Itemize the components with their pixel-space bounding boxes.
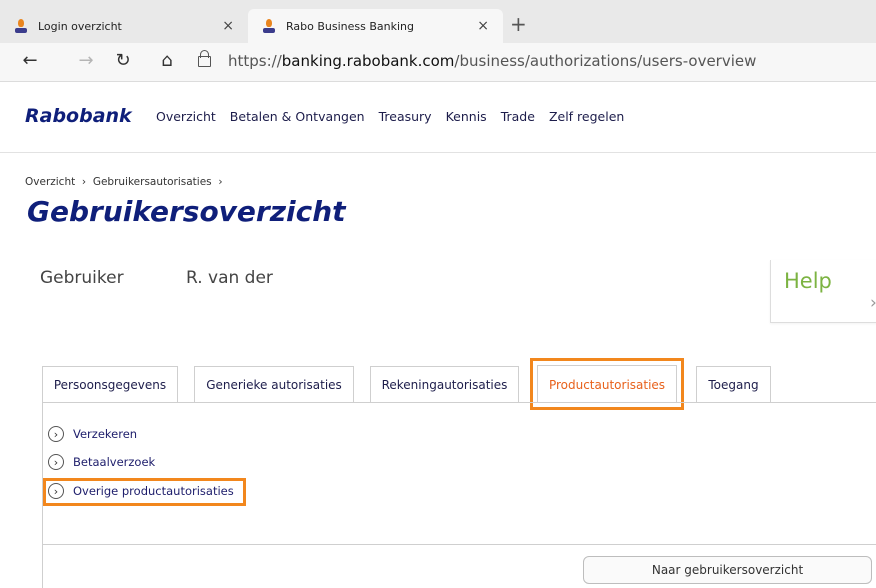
list-item-label[interactable]: Verzekeren (73, 427, 137, 441)
chevron-right-icon[interactable]: › (48, 454, 64, 470)
nav-link-trade[interactable]: Trade (501, 109, 535, 124)
list-item-betaalverzoek[interactable]: › Betaalverzoek (48, 454, 155, 470)
chevron-right-icon[interactable]: › (48, 483, 64, 499)
panel-divider (43, 544, 876, 545)
url-domain: banking.rabobank.com (281, 52, 455, 70)
forward-arrow-icon[interactable]: → (74, 50, 98, 71)
browser-tab-title: Login overzicht (38, 19, 122, 33)
tab-productautorisaties[interactable]: Productautorisaties (537, 365, 677, 403)
rabobank-favicon-icon (262, 19, 276, 33)
url-scheme: https:// (228, 52, 282, 70)
close-tab-icon[interactable]: × (477, 18, 489, 34)
list-item-label[interactable]: Betaalverzoek (73, 455, 155, 469)
nav-link-betalen[interactable]: Betalen & Ontvangen (230, 109, 365, 124)
tab-toegang[interactable]: Toegang (696, 366, 771, 402)
site-header: Rabobank Overzicht Betalen & Ontvangen T… (0, 82, 876, 153)
lock-icon (198, 50, 211, 67)
breadcrumb-separator: › (81, 176, 87, 188)
main-nav: Overzicht Betalen & Ontvangen Treasury K… (156, 109, 624, 124)
close-tab-icon[interactable]: × (222, 18, 234, 34)
address-bar: ← → ↻ ⌂ https://banking.rabobank.com/bus… (0, 43, 876, 82)
url-field[interactable]: https://banking.rabobank.com/business/au… (198, 50, 757, 70)
new-tab-icon[interactable]: + (510, 12, 527, 36)
breadcrumb: Overzicht › Gebruikersautorisaties › (25, 176, 223, 188)
browser-tab-login[interactable]: Login overzicht × (0, 9, 248, 43)
breadcrumb-item-gebruikersautorisaties[interactable]: Gebruikersautorisaties (93, 176, 212, 188)
help-panel[interactable]: Help › (770, 260, 876, 323)
refresh-icon[interactable]: ↻ (111, 50, 135, 71)
chevron-right-icon[interactable]: › (48, 426, 64, 442)
page-title: Gebruikersoverzicht (27, 195, 346, 228)
help-title: Help (784, 269, 832, 293)
tab-generieke-autorisaties[interactable]: Generieke autorisaties (194, 366, 354, 402)
browser-tab-rabo[interactable]: Rabo Business Banking × (248, 9, 503, 43)
rabobank-logo[interactable]: Rabobank (25, 105, 132, 127)
url-path: /business/authorizations/users-overview (454, 52, 757, 70)
back-to-overview-button[interactable]: Naar gebruikersoverzicht (583, 556, 872, 584)
breadcrumb-item-overzicht[interactable]: Overzicht (25, 176, 75, 188)
breadcrumb-separator: › (218, 176, 223, 188)
nav-link-kennis[interactable]: Kennis (446, 109, 487, 124)
nav-link-zelf-regelen[interactable]: Zelf regelen (549, 109, 624, 124)
tab-rekeningautorisaties[interactable]: Rekeningautorisaties (370, 366, 519, 402)
list-item-overige[interactable]: › Overige productautorisaties (48, 483, 234, 499)
user-name: R. van der (186, 268, 273, 288)
user-label: Gebruiker (40, 268, 124, 288)
chevron-right-icon[interactable]: › (870, 293, 876, 313)
browser-tab-title: Rabo Business Banking (286, 19, 414, 33)
nav-link-treasury[interactable]: Treasury (379, 109, 432, 124)
back-arrow-icon[interactable]: ← (18, 50, 42, 71)
tab-persoonsgegevens[interactable]: Persoonsgegevens (42, 366, 178, 402)
browser-tab-strip: Login overzicht × Rabo Business Banking … (0, 0, 876, 43)
home-icon[interactable]: ⌂ (155, 50, 179, 71)
nav-link-overzicht[interactable]: Overzicht (156, 109, 216, 124)
rabobank-favicon-icon (14, 19, 28, 33)
list-item-verzekeren[interactable]: › Verzekeren (48, 426, 137, 442)
list-item-label[interactable]: Overige productautorisaties (73, 484, 234, 498)
